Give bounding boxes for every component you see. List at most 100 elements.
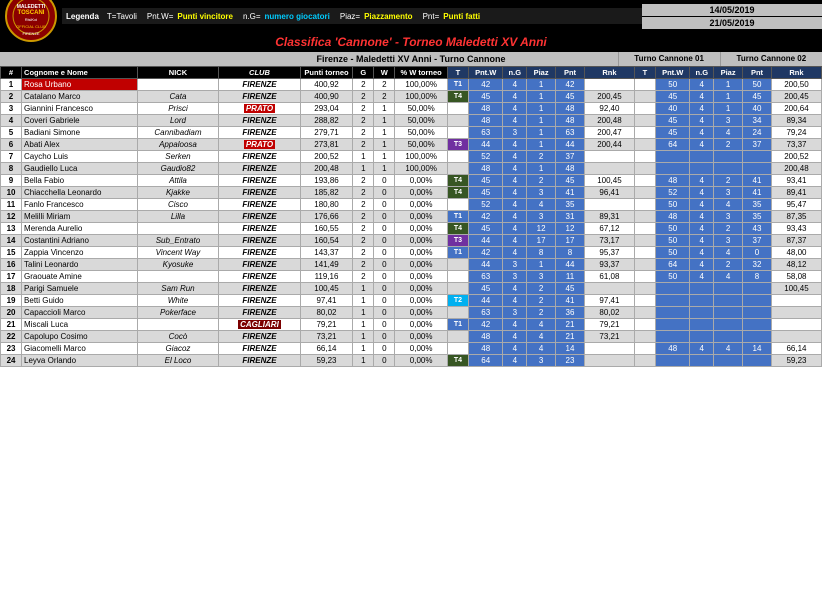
row-w: 0 xyxy=(374,199,395,211)
col-rnk2: Rnk xyxy=(771,67,821,79)
row-w: 0 xyxy=(374,355,395,367)
row-perc: 0,00% xyxy=(395,187,448,199)
table-row: 5 Badiani Simone Cannibadiam FIRENZE 279… xyxy=(1,127,822,139)
legend-pntw-val: Punti vincitore xyxy=(177,12,233,21)
row-punti: 59,23 xyxy=(300,355,353,367)
row-w: 0 xyxy=(374,211,395,223)
table-row: 24 Leyva Orlando El Loco FIRENZE 59,23 1… xyxy=(1,355,822,367)
row-g: 2 xyxy=(353,91,374,103)
table-row: 2 Catalano Marco Cata FIRENZE 400,90 2 2… xyxy=(1,91,822,103)
row-punti: 100,45 xyxy=(300,283,353,295)
row-num: 14 xyxy=(1,235,22,247)
row-perc: 0,00% xyxy=(395,247,448,259)
col-t2: T xyxy=(634,67,655,79)
row-punti: 200,52 xyxy=(300,151,353,163)
row-cognome: Catalano Marco xyxy=(22,91,138,103)
table-row: 10 Chiacchella Leonardo Kjakke FIRENZE 1… xyxy=(1,187,822,199)
table-row: 16 Talini Leonardo Kyosuke FIRENZE 141,4… xyxy=(1,259,822,271)
legend-label: Legenda xyxy=(66,12,99,21)
table-row: 3 Giannini Francesco Prisci PRATO 293,04… xyxy=(1,103,822,115)
row-perc: 0,00% xyxy=(395,283,448,295)
row-punti: 180,80 xyxy=(300,199,353,211)
row-punti: 119,16 xyxy=(300,271,353,283)
row-perc: 0,00% xyxy=(395,331,448,343)
table-row: 15 Zappia Vincenzo Vincent Way FIRENZE 1… xyxy=(1,247,822,259)
row-nick: Serken xyxy=(137,151,219,163)
table-row: 13 Merenda Aurelio FIRENZE 160,55 2 0 0,… xyxy=(1,223,822,235)
row-club: FIRENZE xyxy=(219,175,301,187)
row-nick xyxy=(137,271,219,283)
turno02-header: Turno Cannone 02 xyxy=(720,52,822,66)
row-num: 2 xyxy=(1,91,22,103)
row-num: 1 xyxy=(1,79,22,91)
row-nick: Cata xyxy=(137,91,219,103)
row-w: 0 xyxy=(374,259,395,271)
row-num: 7 xyxy=(1,151,22,163)
row-num: 11 xyxy=(1,199,22,211)
row-perc: 0,00% xyxy=(395,271,448,283)
row-nick: White xyxy=(137,295,219,307)
legend-piaz: Piaz= xyxy=(340,12,360,21)
svg-text:FIRENZE: FIRENZE xyxy=(22,31,39,36)
row-nick: Attila xyxy=(137,175,219,187)
row-punti: 73,21 xyxy=(300,331,353,343)
table-row: 7 Caycho Luis Serken FIRENZE 200,52 1 1 … xyxy=(1,151,822,163)
logo-area: MALEDETTI TOSCANI RisiKoi OFFICIAL CLUB … xyxy=(0,0,62,42)
row-w: 0 xyxy=(374,235,395,247)
col-ng1: n.G xyxy=(503,67,527,79)
col-piaz2: Piaz xyxy=(714,67,743,79)
row-g: 2 xyxy=(353,199,374,211)
row-punti: 80,02 xyxy=(300,307,353,319)
row-num: 15 xyxy=(1,247,22,259)
logo-icon: MALEDETTI TOSCANI RisiKoi OFFICIAL CLUB … xyxy=(5,0,57,42)
title-bar: Classifica 'Cannone' - Torneo Maledetti … xyxy=(0,32,822,52)
row-num: 18 xyxy=(1,283,22,295)
row-punti: 66,14 xyxy=(300,343,353,355)
table-container: # Cognome e Nome NICK CLUB Punti torneo … xyxy=(0,66,822,367)
row-num: 24 xyxy=(1,355,22,367)
row-w: 0 xyxy=(374,319,395,331)
row-g: 1 xyxy=(353,319,374,331)
row-w: 0 xyxy=(374,295,395,307)
row-club: FIRENZE xyxy=(219,331,301,343)
row-club: FIRENZE xyxy=(219,127,301,139)
legend-pntw: Pnt.W= xyxy=(147,12,173,21)
table-row: 18 Parigi Samuele Sam Run FIRENZE 100,45… xyxy=(1,283,822,295)
col-w: W xyxy=(374,67,395,79)
row-g: 1 xyxy=(353,331,374,343)
row-punti: 97,41 xyxy=(300,295,353,307)
row-nick: El Loco xyxy=(137,355,219,367)
row-g: 2 xyxy=(353,103,374,115)
row-punti: 79,21 xyxy=(300,319,353,331)
row-perc: 0,00% xyxy=(395,259,448,271)
table-row: 21 Miscali Luca CAGLIARI 79,21 1 0 0,00%… xyxy=(1,319,822,331)
row-num: 9 xyxy=(1,175,22,187)
row-g: 1 xyxy=(353,307,374,319)
table-row: 22 Capolupo Cosimo Cocò FIRENZE 73,21 1 … xyxy=(1,331,822,343)
row-nick: Gaudio82 xyxy=(137,163,219,175)
legend-block: Legenda T=Tavoli Pnt.W= Punti vincitore … xyxy=(62,0,642,32)
row-cognome: Talini Leonardo xyxy=(22,259,138,271)
row-num: 5 xyxy=(1,127,22,139)
row-club: FIRENZE xyxy=(219,151,301,163)
row-club: FIRENZE xyxy=(219,115,301,127)
row-cognome: Capaccioli Marco xyxy=(22,307,138,319)
col-pntw2: Pnt.W xyxy=(655,67,690,79)
row-g: 2 xyxy=(353,115,374,127)
row-perc: 100,00% xyxy=(395,91,448,103)
row-club: FIRENZE xyxy=(219,247,301,259)
row-club: FIRENZE xyxy=(219,295,301,307)
row-w: 0 xyxy=(374,343,395,355)
row-club: FIRENZE xyxy=(219,271,301,283)
row-w: 1 xyxy=(374,127,395,139)
row-num: 8 xyxy=(1,163,22,175)
table-row: 9 Bella Fabio Attila FIRENZE 193,86 2 0 … xyxy=(1,175,822,187)
col-punti: Punti torneo xyxy=(300,67,353,79)
col-num: # xyxy=(1,67,22,79)
table-row: 1 Rosa Urbano FIRENZE 400,92 2 2 100,00%… xyxy=(1,79,822,91)
row-g: 2 xyxy=(353,127,374,139)
col-rnk1: Rnk xyxy=(584,67,634,79)
row-perc: 0,00% xyxy=(395,355,448,367)
row-cognome: Leyva Orlando xyxy=(22,355,138,367)
row-w: 1 xyxy=(374,103,395,115)
